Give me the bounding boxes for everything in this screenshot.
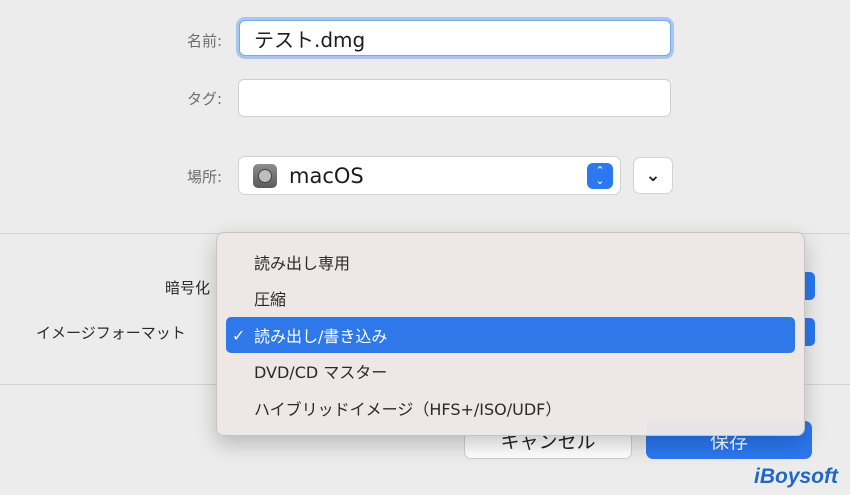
location-value: macOS (289, 163, 364, 188)
menu-item-label: 読み出し専用 (254, 254, 351, 273)
menu-item-read-write[interactable]: ✓ 読み出し/書き込み (226, 317, 795, 353)
menu-item-label: ハイブリッドイメージ（HFS+/ISO/UDF） (254, 400, 562, 419)
menu-item-hybrid-image[interactable]: ハイブリッドイメージ（HFS+/ISO/UDF） (226, 390, 795, 426)
encryption-label: 暗号化 (165, 279, 211, 297)
menu-item-label: 圧縮 (254, 290, 287, 309)
expand-button[interactable]: ⌄ (633, 157, 673, 194)
name-input[interactable] (239, 20, 671, 56)
location-popup[interactable]: macOS ⌃ ⌄ (238, 156, 621, 195)
format-label: イメージフォーマット (36, 324, 186, 342)
updown-chevron-icon[interactable]: ⌃ ⌄ (587, 162, 613, 189)
menu-item-compressed[interactable]: 圧縮 (226, 280, 795, 316)
image-format-menu: 読み出し専用 圧縮 ✓ 読み出し/書き込み DVD/CD マスター ハイブリッド… (216, 232, 805, 436)
stepper-down-glyph: ⌄ (595, 173, 605, 187)
chevron-down-icon: ⌄ (645, 164, 661, 186)
iboysoft-watermark: iBoysoft (754, 465, 838, 488)
menu-item-read-only[interactable]: 読み出し専用 (226, 244, 795, 280)
tag-label: タグ: (186, 90, 222, 108)
disk-icon (253, 163, 277, 188)
menu-item-label: DVD/CD マスター (254, 363, 388, 382)
menu-item-dvd-cd-master[interactable]: DVD/CD マスター (226, 353, 795, 389)
checkmark-icon: ✓ (232, 325, 246, 345)
location-label: 場所: (186, 168, 222, 186)
name-label: 名前: (186, 32, 222, 50)
menu-item-label: 読み出し/書き込み (254, 327, 388, 346)
tag-input[interactable] (238, 79, 671, 117)
format-popup-edge[interactable] (805, 318, 815, 346)
encryption-popup-edge[interactable] (805, 272, 815, 300)
